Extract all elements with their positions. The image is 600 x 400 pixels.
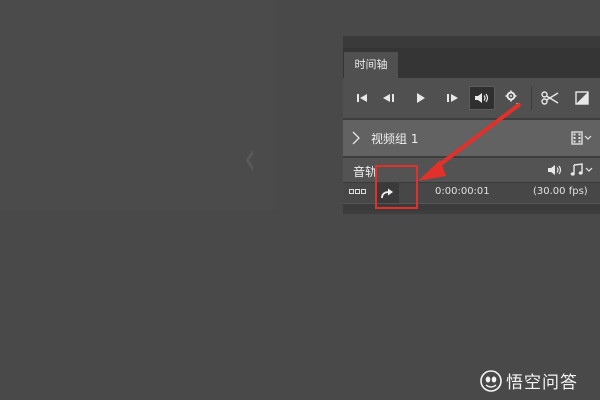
watermark: 悟空问答 (480, 368, 578, 393)
watermark-text: 悟空问答 (506, 373, 578, 393)
wukong-logo-icon (480, 369, 502, 392)
annotation-arrow (418, 102, 522, 181)
